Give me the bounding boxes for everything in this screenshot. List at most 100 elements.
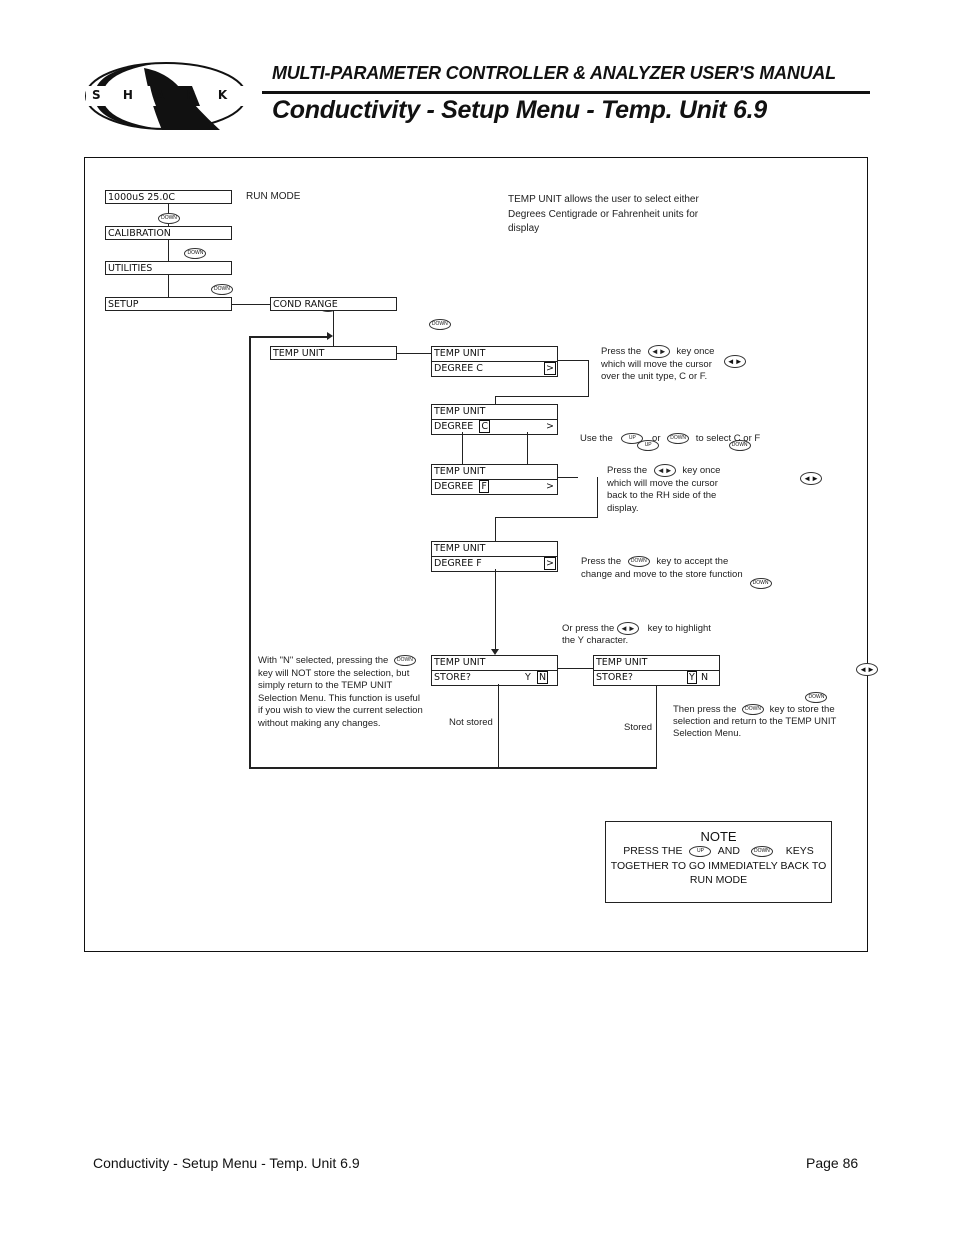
note-text: key once xyxy=(676,346,715,358)
connector xyxy=(588,360,589,396)
arrow-right-icon xyxy=(327,332,333,340)
note-text: over the unit type, C or F. xyxy=(601,371,708,383)
lcd-cond-range: COND RANGE xyxy=(270,297,397,311)
connector xyxy=(168,240,169,261)
right-indicator: > xyxy=(546,481,554,492)
option-y-selected: Y xyxy=(687,671,697,684)
note-title: NOTE xyxy=(700,829,737,844)
lcd-temp-unit: TEMP UNIT xyxy=(270,346,397,360)
note-text: KEYS xyxy=(785,845,814,857)
note-text: key to accept the xyxy=(656,556,729,568)
degree-label: DEGREE xyxy=(434,481,474,492)
lcd-degree-f: TEMP UNIT DEGREE F > xyxy=(431,541,558,572)
store-label: STORE? xyxy=(596,672,633,683)
lcd-line-1: TEMP UNIT xyxy=(596,657,648,668)
note-text: which will move the cursor xyxy=(607,477,718,489)
note-text: PRESS THE xyxy=(623,845,683,857)
note-text: the Y character. xyxy=(562,635,629,646)
right-indicator: > xyxy=(546,421,554,432)
note-text: Use the xyxy=(580,433,613,445)
note-not-store: With "N" selected, pressing the DOWN key… xyxy=(258,655,423,730)
lcd-setup: SETUP xyxy=(105,297,232,311)
note-text: change and move to the store function xyxy=(581,568,743,580)
degree-value: DEGREE F xyxy=(434,558,482,569)
note-text: Or press the xyxy=(562,623,615,635)
lcd-degree-f-selected: TEMP UNIT DEGREE F > xyxy=(431,464,558,495)
connector xyxy=(597,477,598,518)
not-stored-label: Not stored xyxy=(449,717,493,728)
lcd-run-display: 1000uS 25.0C xyxy=(105,190,232,204)
note-text: Selection Menu. This function is useful xyxy=(258,692,420,704)
left-right-key-icon: ◄► xyxy=(647,345,670,358)
footer-page-number: Page 86 xyxy=(806,1155,859,1171)
header-rule xyxy=(262,91,870,94)
return-loop-line xyxy=(249,336,251,768)
return-loop-line xyxy=(249,336,329,338)
lcd-store-n: TEMP UNIT STORE? Y N xyxy=(431,655,558,686)
connector xyxy=(527,432,528,464)
note-line-2: TOGETHER TO GO IMMEDIATELY BACK TO xyxy=(610,859,827,872)
note-text: AND xyxy=(717,845,740,857)
lcd-utilities: UTILITIES xyxy=(105,261,232,275)
note-text: Selection Menu. xyxy=(673,728,742,740)
footer-section: Conductivity - Setup Menu - Temp. Unit 6… xyxy=(93,1155,360,1171)
note-accept-change: Press the DOWN key to accept the change … xyxy=(581,556,743,581)
option-n: N xyxy=(701,672,709,683)
connector xyxy=(656,684,657,768)
left-right-key-icon: ◄► xyxy=(616,622,639,635)
lcd-line-2: DEGREE C > xyxy=(432,361,557,376)
connector xyxy=(495,569,496,653)
note-text: Press the xyxy=(607,465,648,477)
note-line-1: PRESS THE UP AND DOWN KEYS xyxy=(606,844,831,859)
connector xyxy=(462,432,463,464)
note-text: back to the RH side of the xyxy=(607,490,717,502)
note-highlight-y: Or press the ◄► key to highlight the Y c… xyxy=(562,622,711,646)
note-line-3: RUN MODE xyxy=(689,874,748,886)
lcd-line-1: TEMP UNIT xyxy=(434,406,486,417)
page-title: Conductivity - Setup Menu - Temp. Unit 6… xyxy=(272,96,767,124)
lcd-line-2: STORE? Y N xyxy=(594,670,719,685)
shark-logo: S H A R K xyxy=(84,58,254,136)
note-text: Press the xyxy=(581,556,622,568)
degree-value: DEGREE C xyxy=(434,363,483,374)
logo-text: S H A R K xyxy=(92,88,237,102)
connector xyxy=(495,396,589,397)
cursor: F xyxy=(479,480,489,493)
lcd-calibration: CALIBRATION xyxy=(105,226,232,240)
note-text: or xyxy=(652,433,661,445)
connector xyxy=(168,275,169,297)
connector xyxy=(232,304,270,305)
return-loop-line xyxy=(249,767,657,769)
connector xyxy=(558,477,578,478)
note-select-unit: Use the UP or DOWN to select C or F xyxy=(580,433,760,446)
note-text: Press the xyxy=(601,346,642,358)
lcd-line-2: STORE? Y N xyxy=(432,670,557,685)
cursor: C xyxy=(479,420,490,433)
note-text: without making any changes. xyxy=(258,717,381,729)
connector xyxy=(495,396,496,404)
down-key-icon: DOWN xyxy=(627,556,650,567)
option-y: Y xyxy=(525,672,531,683)
connector xyxy=(498,684,499,768)
note-text: to select C or F xyxy=(695,433,761,445)
note-move-cursor: Press the ◄► key once which will move th… xyxy=(601,345,714,384)
connector xyxy=(558,668,594,669)
cursor: > xyxy=(544,557,556,570)
stored-label: Stored xyxy=(624,722,652,733)
cursor: > xyxy=(544,362,556,375)
manual-title: MULTI-PARAMETER CONTROLLER & ANALYZER US… xyxy=(272,62,836,83)
note-text: key once xyxy=(682,465,721,477)
lcd-store-y: TEMP UNIT STORE? Y N xyxy=(593,655,720,686)
lcd-line-1: TEMP UNIT xyxy=(434,466,486,477)
down-key-icon: DOWN xyxy=(393,655,416,666)
down-key-icon: DOWN xyxy=(667,433,690,444)
intro-text: TEMP UNIT allows the user to select eith… xyxy=(508,194,699,234)
lcd-line-1: TEMP UNIT xyxy=(434,543,486,554)
degree-label: DEGREE xyxy=(434,421,474,432)
note-text: Then press the xyxy=(673,704,737,716)
lcd-line-2: DEGREE F > xyxy=(432,479,557,494)
up-key-icon: UP xyxy=(689,845,712,857)
connector xyxy=(397,353,431,354)
connector xyxy=(495,517,598,518)
down-key-icon: DOWN xyxy=(749,578,772,590)
